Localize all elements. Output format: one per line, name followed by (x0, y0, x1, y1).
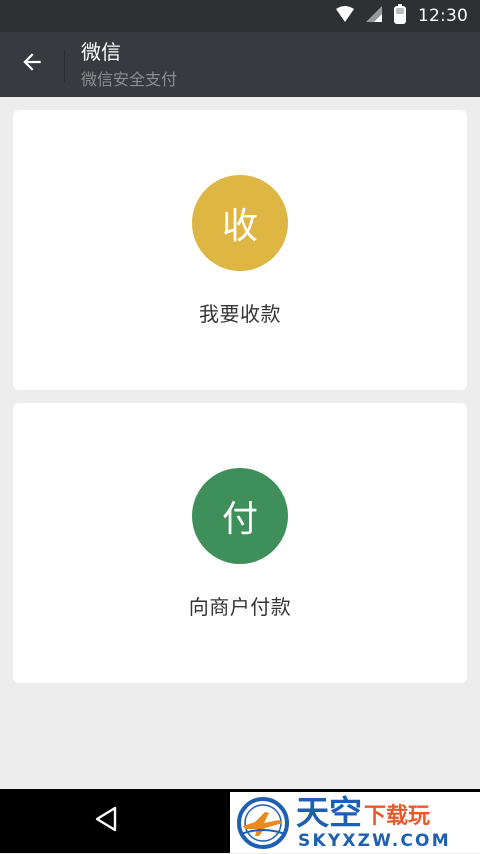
signal-icon (366, 6, 382, 26)
watermark-brand-sub: 下载玩 (364, 804, 431, 829)
pay-merchant-card[interactable]: 付 向商户付款 (13, 403, 467, 683)
watermark-logo-icon (235, 796, 291, 854)
collect-icon: 收 (192, 175, 288, 271)
nav-back-button[interactable] (82, 797, 130, 845)
pay-label: 向商户付款 (188, 595, 292, 619)
collect-money-card[interactable]: 收 我要收款 (13, 110, 467, 390)
battery-icon (394, 4, 406, 28)
watermark-brand: 天空 下载玩 (296, 795, 430, 831)
status-time: 12:30 (418, 5, 468, 26)
collect-label: 我要收款 (199, 302, 281, 326)
page-title: 微信 (81, 40, 121, 64)
title-divider (64, 50, 65, 82)
triangle-back-icon (94, 806, 118, 836)
arrow-left-icon (19, 49, 45, 79)
status-bar: 12:30 (0, 0, 480, 32)
watermark-brand-main: 天空 (296, 793, 362, 832)
back-button[interactable] (8, 40, 56, 88)
pay-icon: 付 (192, 468, 288, 564)
wifi-icon (336, 6, 354, 26)
title-bar: 微信 微信安全支付 (0, 32, 480, 97)
page-subtitle: 微信安全支付 (81, 70, 178, 89)
status-icons: 12:30 (336, 0, 468, 32)
watermark: 天空 下载玩 SKYXZW.COM (230, 792, 480, 853)
watermark-url: SKYXZW.COM (298, 831, 451, 851)
